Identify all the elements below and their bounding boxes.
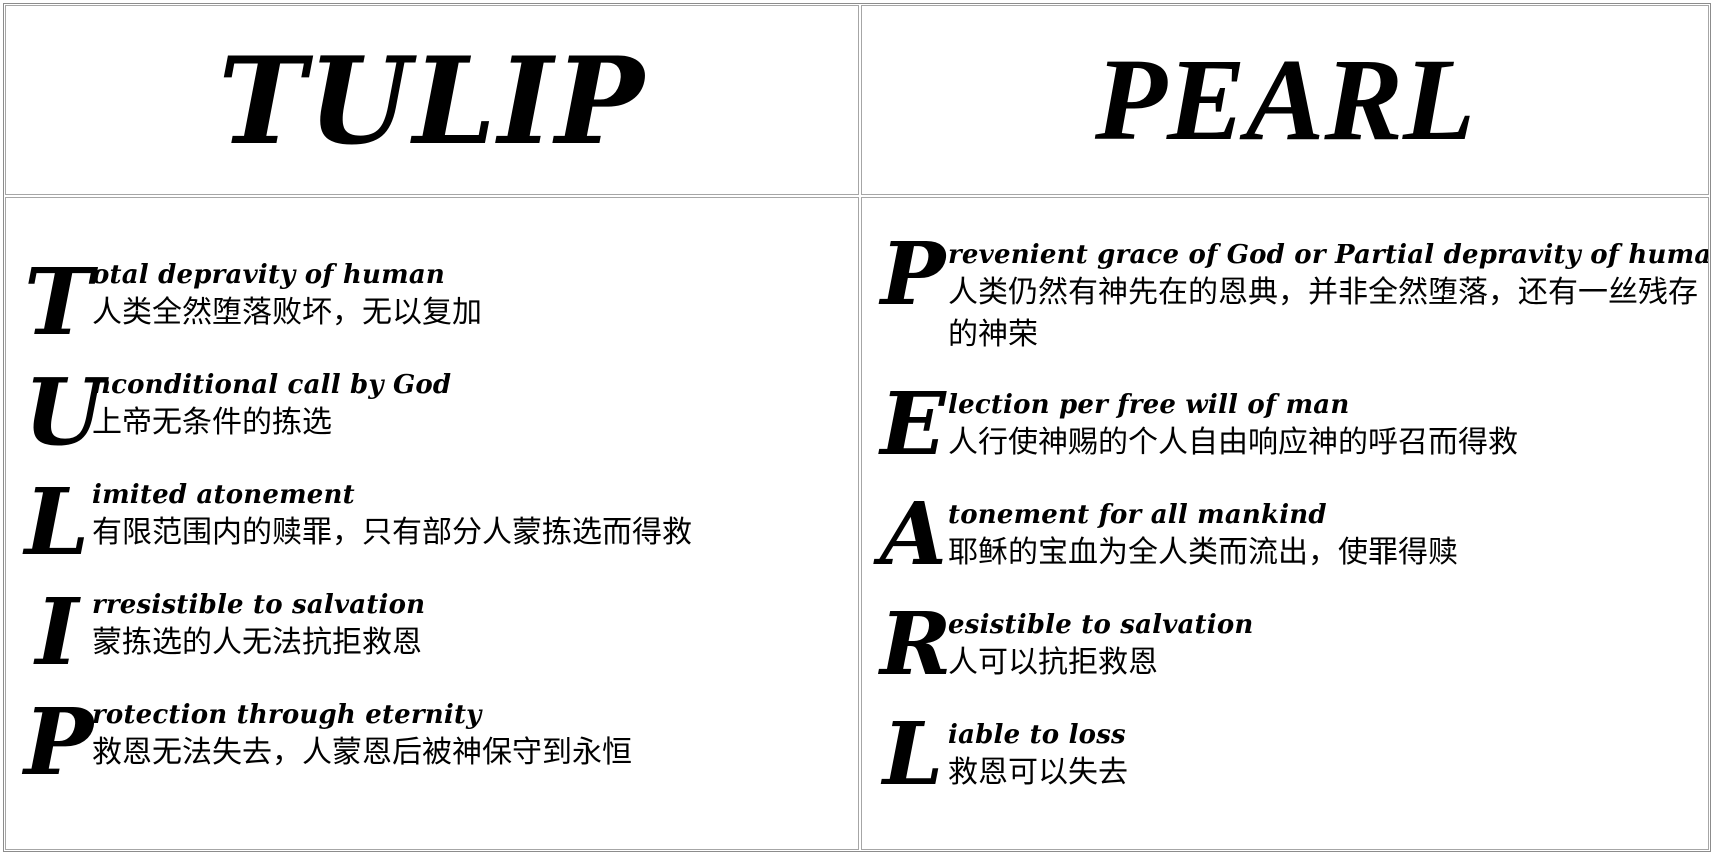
pearl-item-e: E lection per free will of man 人行使神赐的个人自… [880, 382, 1708, 498]
tulip-header-cell: TULIP [5, 5, 859, 195]
pearl-body-cell: P revenient grace of God or Partial depr… [861, 197, 1709, 850]
pearl-item-l: L iable to loss 救恩可以失去 [880, 712, 1708, 798]
chinese-text: 人行使神赐的个人自由响应神的呼召而得救 [948, 425, 1518, 460]
drop-cap: T [24, 248, 93, 356]
item-texts: rotection through eternity 救恩无法失去，人蒙恩后被神… [90, 698, 632, 774]
english-text: rotection through eternity [92, 700, 482, 730]
comparison-table: TULIP PEARL T otal depravity of human 人类… [3, 3, 1711, 852]
english-text: esistible to salvation [948, 610, 1254, 640]
pearl-header-cell: PEARL [861, 5, 1709, 195]
chinese-text: 人类仍然有神先在的恩典，并非全然堕落，还有一丝残存的神荣 [948, 275, 1698, 352]
item-texts: otal depravity of human 人类全然堕落败坏，无以复加 [90, 258, 482, 334]
item-texts: iable to loss 救恩可以失去 [946, 718, 1128, 794]
english-text: imited atonement [92, 480, 355, 510]
drop-cap: E [880, 374, 946, 475]
english-text: nconditional call by God [92, 370, 452, 400]
tulip-item-p: P rotection through eternity 救恩无法失去，人蒙恩后… [24, 688, 858, 808]
english-text: revenient grace of God or Partial deprav… [948, 240, 1709, 270]
pearl-item-p: P revenient grace of God or Partial depr… [880, 232, 1709, 388]
tulip-item-i: I rresistible to salvation 蒙拣选的人无法抗拒救恩 [24, 578, 858, 698]
item-texts: revenient grace of God or Partial deprav… [946, 238, 1709, 356]
drop-cap: L [882, 704, 944, 805]
pearl-item-r: R esistible to salvation 人可以抗拒救恩 [880, 602, 1708, 718]
english-text: tonement for all mankind [948, 500, 1327, 530]
tulip-body-cell: T otal depravity of human 人类全然堕落败坏，无以复加 … [5, 197, 859, 850]
tulip-item-u: U nconditional call by God 上帝无条件的拣选 [24, 358, 858, 478]
tulip-list: T otal depravity of human 人类全然堕落败坏，无以复加 … [6, 248, 858, 808]
english-text: lection per free will of man [948, 390, 1350, 420]
pearl-list: P revenient grace of God or Partial depr… [862, 232, 1709, 798]
pearl-item-a: A tonement for all mankind 耶稣的宝血为全人类而流出，… [880, 492, 1708, 608]
drop-cap: R [880, 594, 952, 695]
drop-cap: U [24, 358, 105, 466]
english-text: rresistible to salvation [92, 590, 426, 620]
item-texts: tonement for all mankind 耶稣的宝血为全人类而流出，使罪… [946, 498, 1458, 574]
chinese-text: 耶稣的宝血为全人类而流出，使罪得赎 [948, 535, 1458, 570]
chinese-text: 人可以抗拒救恩 [948, 645, 1158, 680]
item-texts: nconditional call by God 上帝无条件的拣选 [90, 368, 451, 444]
drop-cap: I [35, 578, 79, 686]
chinese-text: 救恩无法失去，人蒙恩后被神保守到永恒 [92, 735, 632, 770]
english-text: otal depravity of human [92, 260, 445, 290]
drop-cap: A [880, 484, 947, 585]
tulip-title: TULIP [218, 29, 646, 171]
item-texts: lection per free will of man 人行使神赐的个人自由响… [946, 388, 1518, 464]
chinese-text: 救恩可以失去 [948, 755, 1128, 790]
tulip-item-t: T otal depravity of human 人类全然堕落败坏，无以复加 [24, 248, 858, 368]
chinese-text: 蒙拣选的人无法抗拒救恩 [92, 625, 422, 660]
english-text: iable to loss [948, 720, 1126, 750]
item-texts: rresistible to salvation 蒙拣选的人无法抗拒救恩 [90, 588, 425, 664]
pearl-title: PEARL [1094, 34, 1476, 165]
drop-cap: P [880, 224, 946, 325]
tulip-item-l: L imited atonement 有限范围内的赎罪，只有部分人蒙拣选而得救 [24, 468, 858, 588]
item-texts: imited atonement 有限范围内的赎罪，只有部分人蒙拣选而得救 [90, 478, 692, 554]
chinese-text: 有限范围内的赎罪，只有部分人蒙拣选而得救 [92, 515, 692, 550]
drop-cap: L [24, 468, 90, 576]
chinese-text: 上帝无条件的拣选 [92, 405, 332, 440]
chinese-text: 人类全然堕落败坏，无以复加 [92, 295, 482, 330]
item-texts: esistible to salvation 人可以抗拒救恩 [946, 608, 1253, 684]
drop-cap: P [24, 688, 94, 796]
